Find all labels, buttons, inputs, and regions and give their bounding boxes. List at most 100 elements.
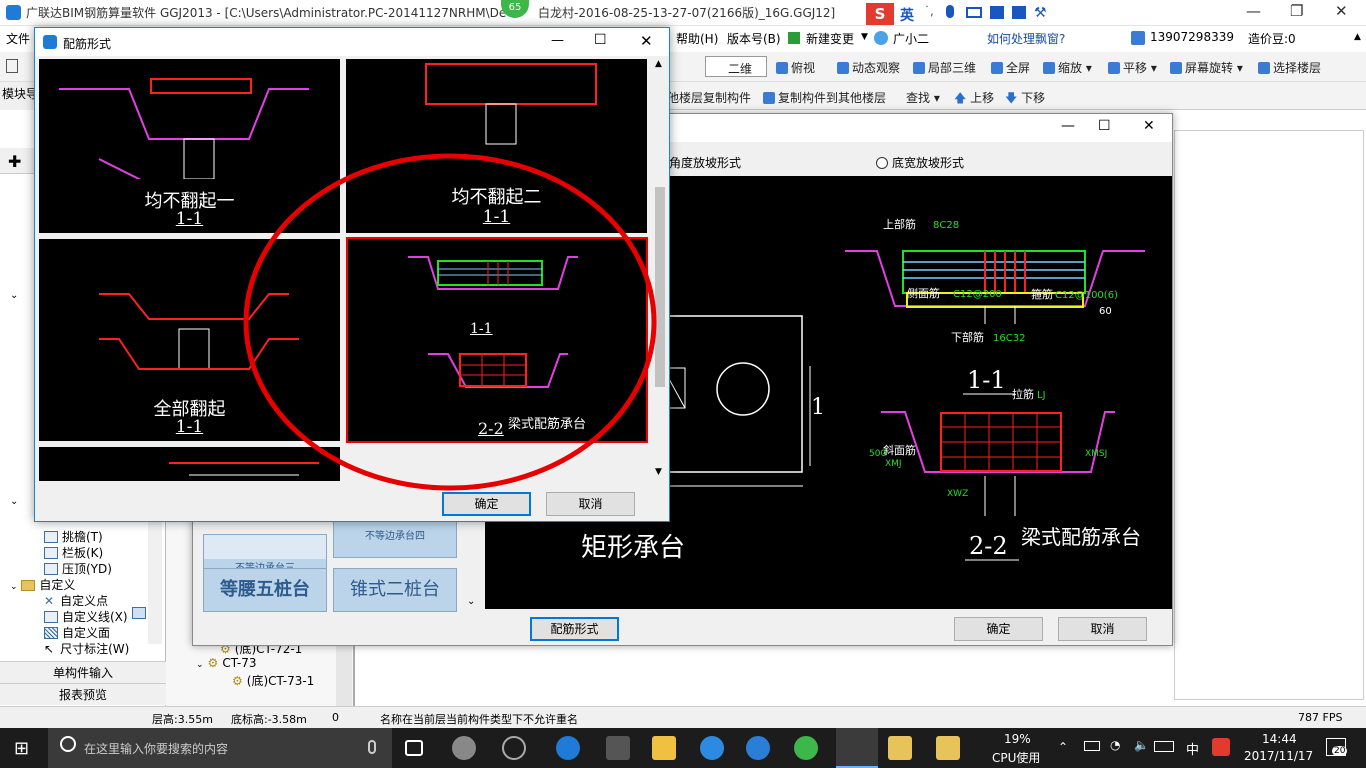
ime-punct-icon[interactable]: ˙,	[924, 4, 934, 18]
scroll-thumb[interactable]	[655, 187, 665, 387]
ime-tools-icon[interactable]: ⚒	[1034, 5, 1047, 21]
ime-keyboard-icon[interactable]	[966, 7, 982, 18]
minimize-icon[interactable]: —	[1061, 118, 1075, 134]
menu-new-change[interactable]: 新建变更	[806, 30, 854, 47]
help-link[interactable]: 如何处理飘窗?	[987, 30, 1065, 47]
form-tile-no-bend-1[interactable]: 均不翻起一 1-1	[37, 57, 342, 235]
tree-item-ct73[interactable]: ⌄ ⚙ CT-73	[196, 656, 257, 670]
add-icon[interactable]: ✚	[8, 152, 21, 171]
zoom-button[interactable]: 缩放 ▾	[1043, 59, 1092, 76]
local-3d-button[interactable]: 局部三维	[913, 59, 976, 76]
ime-voice-icon[interactable]	[946, 5, 954, 18]
select-floor-button[interactable]: 选择楼层	[1258, 59, 1321, 76]
form-tile-beam-cap[interactable]: 1-1 2-2 梁式配筋承台	[346, 237, 648, 443]
glodon-active-icon[interactable]	[836, 728, 878, 768]
app-g-icon[interactable]	[746, 736, 770, 760]
ime-shirt-icon[interactable]	[1012, 6, 1026, 19]
ie-browser-icon[interactable]	[700, 736, 724, 760]
close-icon[interactable]: ✕	[640, 32, 653, 50]
pan-button[interactable]: 平移 ▾	[1108, 59, 1157, 76]
microphone-icon[interactable]	[368, 740, 376, 754]
top-view-button[interactable]: 俯视	[776, 59, 815, 76]
battery-icon[interactable]	[1084, 741, 1100, 751]
taskbar-search[interactable]: 在这里输入你要搜索的内容	[48, 728, 392, 768]
app-fan-icon[interactable]	[452, 736, 476, 760]
dropdown-arrow-icon[interactable]: ▼	[861, 32, 868, 42]
ime-skin-icon[interactable]	[990, 6, 1004, 19]
sogou-icon[interactable]	[1212, 738, 1230, 756]
minimize-icon[interactable]: —	[1246, 2, 1261, 20]
report-preview-button[interactable]: 报表预览	[0, 683, 166, 705]
tree-expand-icon[interactable]: ⌄	[10, 290, 18, 301]
dialog1-scrollbar[interactable]: ▲ ▼	[652, 57, 668, 483]
radio-angle-option[interactable]: 角度放坡形式	[669, 154, 741, 171]
form-tile-all-bend[interactable]: 全部翻起 1-1	[37, 237, 342, 443]
close-icon[interactable]: ✕	[1143, 118, 1155, 134]
new-file-icon[interactable]	[6, 59, 18, 73]
keyboard-icon[interactable]	[1154, 741, 1174, 752]
task-view-icon[interactable]	[405, 740, 423, 756]
tree-item-coping[interactable]: 压顶(YD)	[44, 560, 112, 577]
tree-item-ct73-1[interactable]: ⚙ (底)CT-73-1	[232, 672, 314, 689]
menu-file[interactable]: 文件	[6, 30, 30, 47]
card-cone-2-pile[interactable]: 锥式二桩台	[333, 568, 457, 612]
copy-from-other-floor-button[interactable]: 他楼层复制构件	[667, 89, 751, 106]
scroll-up-icon[interactable]: ▲	[655, 59, 662, 69]
tree-item-dimension[interactable]: ↖ 尺寸标注(W)	[44, 640, 129, 657]
restore-icon[interactable]: ❐	[1290, 2, 1303, 20]
dialog1-cancel-button[interactable]: 取消	[546, 492, 635, 516]
dialog2-ok-button[interactable]: 确定	[954, 617, 1043, 641]
notes-icon[interactable]	[888, 736, 912, 760]
minimize-icon[interactable]: —	[551, 33, 564, 48]
tree-item-custom-point[interactable]: ✕ 自定义点	[44, 592, 108, 609]
scroll-down-icon[interactable]: ▼	[655, 467, 662, 477]
copy-to-other-floor-button[interactable]: 复制构件到其他楼层	[763, 89, 886, 106]
tree-item-custom-line[interactable]: 自定义线(X)	[44, 608, 128, 625]
single-input-button[interactable]: 单构件输入	[0, 661, 166, 683]
radio-width-option[interactable]: 底宽放坡形式	[876, 154, 964, 171]
store-icon[interactable]	[606, 736, 630, 760]
find-button[interactable]: 查找 ▾	[906, 89, 940, 106]
rotate-button[interactable]: 屏幕旋转 ▾	[1170, 59, 1243, 76]
dialog1-ok-button[interactable]: 确定	[442, 492, 531, 516]
view-2d-select[interactable]: 二维	[705, 56, 767, 77]
dialog2-cancel-button[interactable]: 取消	[1058, 617, 1147, 641]
wifi-icon[interactable]: ◔	[1110, 738, 1120, 752]
scroll-up-icon[interactable]: ▲	[1354, 32, 1361, 42]
menu-assistant[interactable]: 广小二	[893, 30, 929, 47]
close-icon[interactable]: ✕	[1335, 2, 1348, 20]
maximize-icon[interactable]: ☐	[594, 32, 607, 48]
config-form-button[interactable]: 配筋形式	[530, 617, 619, 641]
menu-version[interactable]: 版本号(B)	[727, 30, 781, 47]
clock-date[interactable]: 2017/11/17	[1244, 749, 1313, 763]
maximize-icon[interactable]: ☐	[1098, 118, 1111, 134]
file-explorer-icon[interactable]	[652, 736, 676, 760]
lang-indicator[interactable]: 中	[1186, 739, 1199, 758]
edge-browser-icon[interactable]	[556, 736, 580, 760]
clock-time[interactable]: 14:44	[1262, 732, 1297, 746]
windows-start-icon[interactable]: ⊞	[14, 738, 29, 759]
clipboard-icon[interactable]	[936, 736, 960, 760]
scroll-down-icon[interactable]: ⌄	[467, 596, 475, 607]
tree-item-parapet[interactable]: 栏板(K)	[44, 544, 103, 561]
fullscreen-button[interactable]: 全屏	[991, 59, 1030, 76]
tree-item-custom-face[interactable]: 自定义面	[44, 624, 110, 641]
move-down-button[interactable]: 🡇 下移	[1005, 89, 1045, 110]
tree-expand-icon[interactable]: ⌄	[10, 496, 18, 507]
move-up-button[interactable]: 🡅 上移	[954, 89, 994, 110]
price-beans[interactable]: 造价豆:0	[1248, 30, 1296, 47]
tree-folder-custom[interactable]: ⌄ 自定义	[10, 576, 75, 593]
ime-logo-icon[interactable]: S	[866, 3, 894, 25]
volume-icon[interactable]: 🔈	[1134, 738, 1149, 752]
card-isosceles-5-pile[interactable]: 等腰五桩台	[203, 568, 327, 612]
menu-help[interactable]: 帮助(H)	[676, 30, 718, 47]
user-phone[interactable]: 13907298339	[1150, 30, 1234, 44]
ime-lang-label[interactable]: 英	[900, 5, 914, 25]
tray-chevron-icon[interactable]: ⌃	[1058, 740, 1068, 754]
app-green-icon[interactable]	[794, 736, 818, 760]
form-tile-no-bend-2[interactable]: 均不翻起二 1-1	[344, 57, 649, 235]
tree-item-eave[interactable]: 挑檐(T)	[44, 528, 103, 545]
form-tile-partial[interactable]	[37, 445, 342, 483]
app-swirl-icon[interactable]	[502, 736, 526, 760]
dynamic-view-button[interactable]: 动态观察	[837, 59, 900, 76]
